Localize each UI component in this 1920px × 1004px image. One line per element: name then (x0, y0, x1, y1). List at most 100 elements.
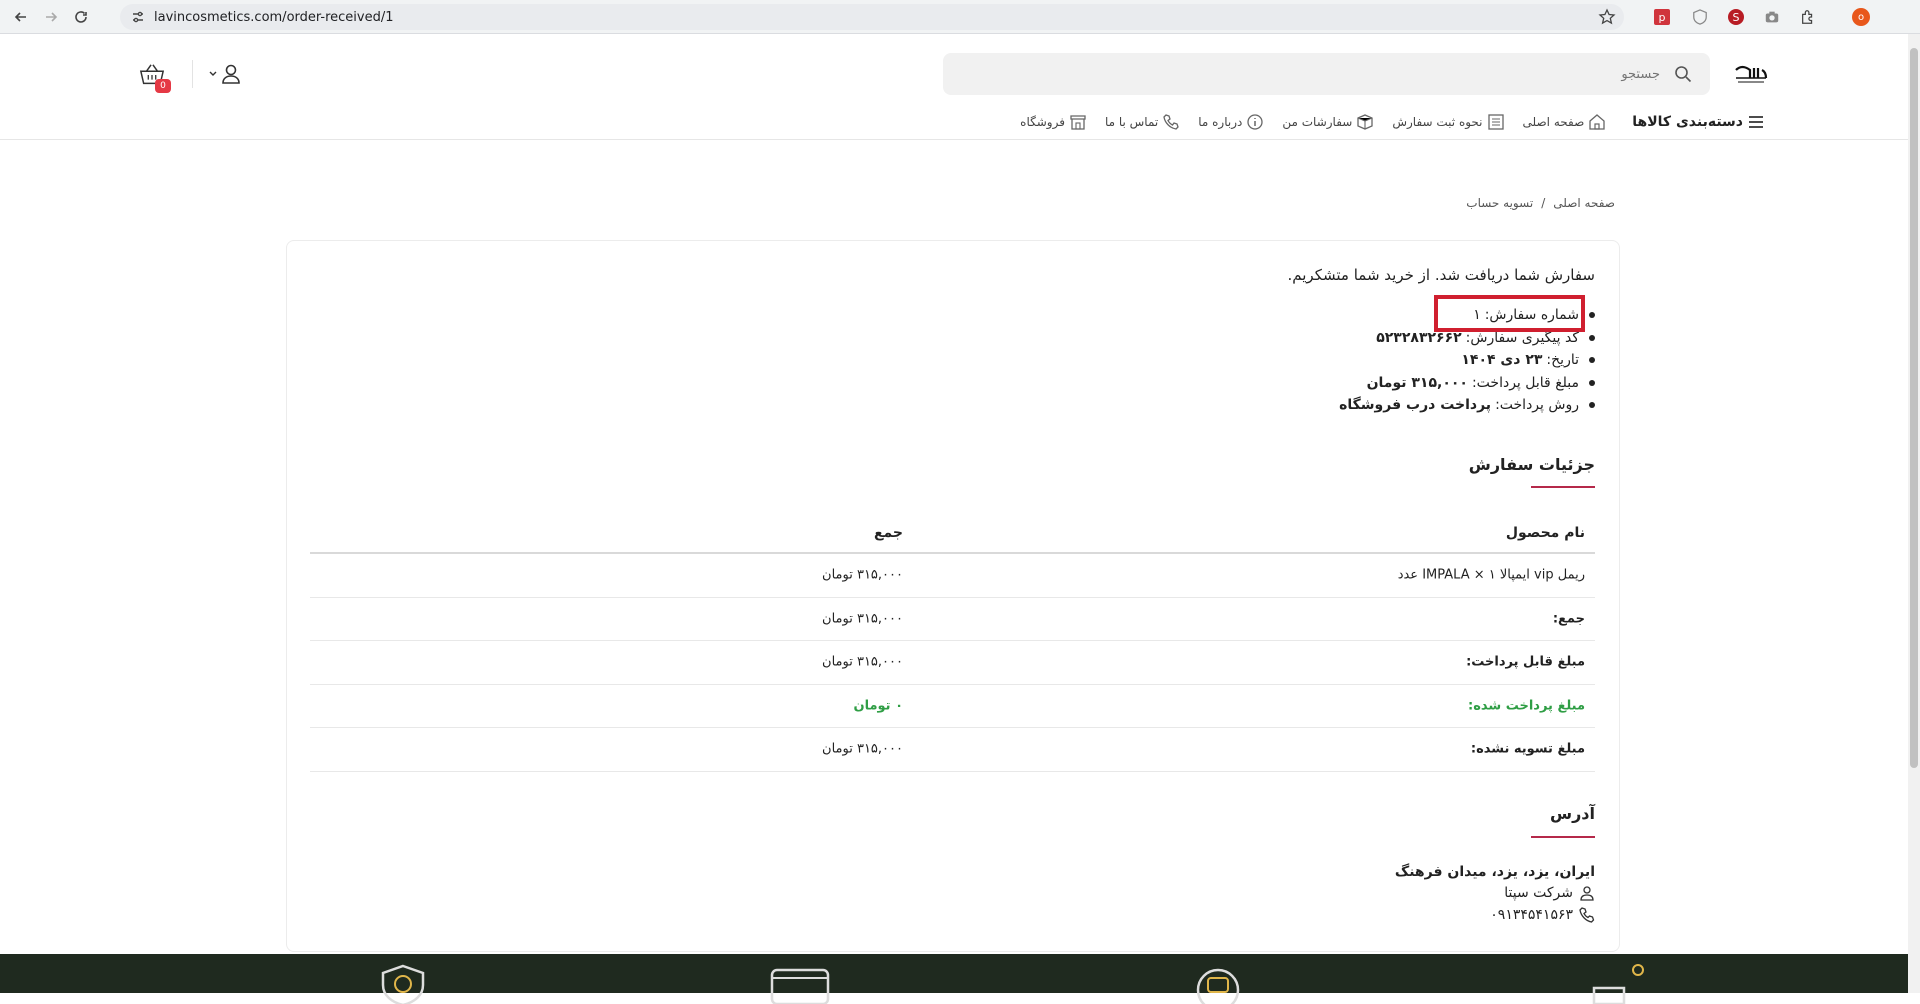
address-company: شرکت سپتا (1504, 885, 1595, 901)
search-icon[interactable] (1674, 65, 1692, 83)
bookmark-star-icon[interactable] (1598, 8, 1616, 26)
payment-method-value: پرداخت درب فروشگاه (1339, 397, 1492, 414)
phone-icon (1579, 907, 1595, 923)
user-icon (1580, 886, 1594, 901)
info-icon (1247, 114, 1264, 130)
address-underline (1531, 836, 1595, 838)
table-row: مبلغ قابل پرداخت: ۳۱۵,۰۰۰ تومان (310, 641, 1595, 685)
footer-features-strip (0, 954, 1908, 1004)
table-row: جمع: ۳۱۵,۰۰۰ تومان (310, 598, 1595, 641)
credit-card-icon (770, 968, 830, 1004)
menu-home-label: صفحه اصلی (1522, 115, 1585, 129)
address-location: ایران، یزد، یزد، میدان فرهنگ (1394, 864, 1595, 880)
address-title: آدرس (1550, 804, 1595, 823)
table-header-row: نام محصول جمع (310, 513, 1595, 554)
scrollbar-thumb[interactable] (1910, 48, 1918, 768)
cart-button[interactable]: 0 (138, 62, 172, 94)
order-details-title: جزئیات سفارش (1468, 455, 1595, 474)
header-divider (192, 60, 193, 88)
svg-text:p: p (1659, 11, 1666, 24)
unsettled-value: ۳۱۵,۰۰۰ تومان (822, 741, 903, 757)
order-number-highlight (1434, 295, 1585, 332)
payable-amount-item: مبلغ قابل پرداخت: ۳۱۵,۰۰۰ تومان (1339, 372, 1595, 395)
menu-categories-label: دسته‌بندی کالاها (1632, 114, 1743, 130)
order-details-underline (1531, 486, 1595, 488)
main-menu: دسته‌بندی کالاها صفحه اصلی نحوه ثبت سفار… (1020, 110, 1765, 134)
url-text: lavincosmetics.com/order-received/1 (154, 9, 394, 25)
chevron-down-icon (209, 71, 217, 76)
menu-item-shop[interactable]: فروشگاه (1020, 113, 1087, 131)
breadcrumb-home[interactable]: صفحه اصلی (1553, 196, 1615, 210)
menu-item-about[interactable]: درباره ما (1198, 113, 1264, 131)
menu-item-home[interactable]: صفحه اصلی (1523, 113, 1607, 131)
table-row: مبلغ تسویه نشده: ۳۱۵,۰۰۰ تومان (310, 728, 1595, 772)
order-date-value: ۲۳ دی ۱۴۰۴ (1461, 352, 1543, 369)
svg-text:S: S (1733, 11, 1740, 24)
support-headset-icon (1196, 968, 1240, 1004)
menu-shop-label: فروشگاه (1020, 115, 1065, 129)
search-box (943, 53, 1710, 95)
breadcrumb-separator: / (1541, 196, 1546, 210)
phone-icon (1163, 114, 1179, 130)
menu-my-orders-label: سفارشات من (1282, 115, 1353, 129)
menu-item-my-orders[interactable]: سفارشات من (1282, 113, 1374, 131)
company-name: شرکت سپتا (1504, 885, 1573, 901)
address-phone: ۰۹۱۳۴۵۴۱۵۶۳ (1490, 907, 1595, 923)
search-input[interactable] (1022, 63, 1662, 85)
extensions-puzzle-icon[interactable] (1798, 7, 1818, 27)
menu-item-contact[interactable]: تماس با ما (1105, 113, 1180, 131)
phone-number: ۰۹۱۳۴۵۴۱۵۶۳ (1490, 907, 1573, 923)
payable-label: مبلغ قابل پرداخت: (1466, 654, 1585, 670)
menu-item-how-to-order[interactable]: نحوه ثبت سفارش (1392, 113, 1504, 131)
payment-method-item: روش پرداخت: پرداخت درب فروشگاه (1339, 394, 1595, 417)
reload-icon (75, 10, 87, 23)
tracking-code-value: ۵۲۳۲۸۳۲۶۶۲ (1376, 329, 1462, 346)
box-icon (1357, 114, 1373, 130)
account-menu[interactable] (208, 62, 242, 86)
extension-p-icon[interactable]: p (1652, 7, 1672, 27)
forward-button[interactable] (38, 4, 64, 30)
col-product-header: نام محصول (1505, 524, 1585, 541)
s-extension-icon[interactable]: S (1726, 7, 1746, 27)
col-total-header: جمع (873, 524, 903, 541)
page-scrollbar[interactable] (1908, 34, 1920, 993)
product-total: ۳۱۵,۰۰۰ تومان (822, 567, 903, 583)
breadcrumb: صفحه اصلی / تسویه حساب (1466, 196, 1615, 210)
order-received-message: سفارش شما دریافت شد. از خرید شما متشکریم… (1287, 266, 1596, 284)
delivery-truck-icon (1592, 964, 1644, 1004)
table-row: مبلغ پرداخت شده: ۰ تومان (310, 685, 1595, 728)
user-icon (222, 64, 240, 84)
payable-value: ۳۱۵,۰۰۰ تومان (822, 654, 903, 670)
order-date-item: تاریخ: ۲۳ دی ۱۴۰۴ (1339, 349, 1595, 372)
payable-amount-value: ۳۱۵,۰۰۰ تومان (1366, 374, 1468, 391)
shield-check-icon (381, 964, 425, 1004)
reload-button[interactable] (68, 4, 94, 30)
subtotal-value: ۳۱۵,۰۰۰ تومان (822, 611, 903, 627)
menu-about-label: درباره ما (1198, 115, 1243, 129)
back-button[interactable] (8, 4, 34, 30)
home-icon (1589, 114, 1605, 130)
product-name[interactable]: ریمل vip ایمپالا IMPALA × ۱ عدد (1398, 568, 1585, 583)
camera-extension-icon[interactable] (1762, 7, 1782, 27)
paid-value: ۰ تومان (853, 698, 903, 714)
order-details-table: نام محصول جمع ریمل vip ایمپالا IMPALA × … (310, 513, 1595, 772)
subtotal-label: جمع: (1552, 611, 1585, 627)
lavin-logo[interactable] (1732, 62, 1770, 88)
store-icon (1070, 115, 1086, 130)
profile-avatar[interactable]: o (1852, 8, 1870, 26)
site-info-icon[interactable] (130, 9, 146, 25)
menu-item-categories[interactable]: دسته‌بندی کالاها (1632, 113, 1765, 131)
browser-toolbar: lavincosmetics.com/order-received/1 p S … (0, 0, 1920, 34)
shield-extension-icon[interactable] (1690, 7, 1710, 27)
breadcrumb-current: تسویه حساب (1466, 196, 1534, 210)
unsettled-label: مبلغ تسویه نشده: (1470, 741, 1585, 757)
cart-count-badge: 0 (155, 79, 171, 93)
menu-contact-label: تماس با ما (1104, 115, 1159, 129)
address-bar[interactable]: lavincosmetics.com/order-received/1 (120, 4, 1624, 30)
hamburger-icon (1749, 116, 1763, 128)
table-row: ریمل vip ایمپالا IMPALA × ۱ عدد ۳۱۵,۰۰۰ … (310, 554, 1595, 598)
menu-how-to-order-label: نحوه ثبت سفارش (1392, 115, 1483, 129)
arrow-right-icon (46, 11, 58, 22)
paid-label: مبلغ پرداخت شده: (1468, 698, 1585, 714)
list-box-icon (1487, 114, 1504, 130)
